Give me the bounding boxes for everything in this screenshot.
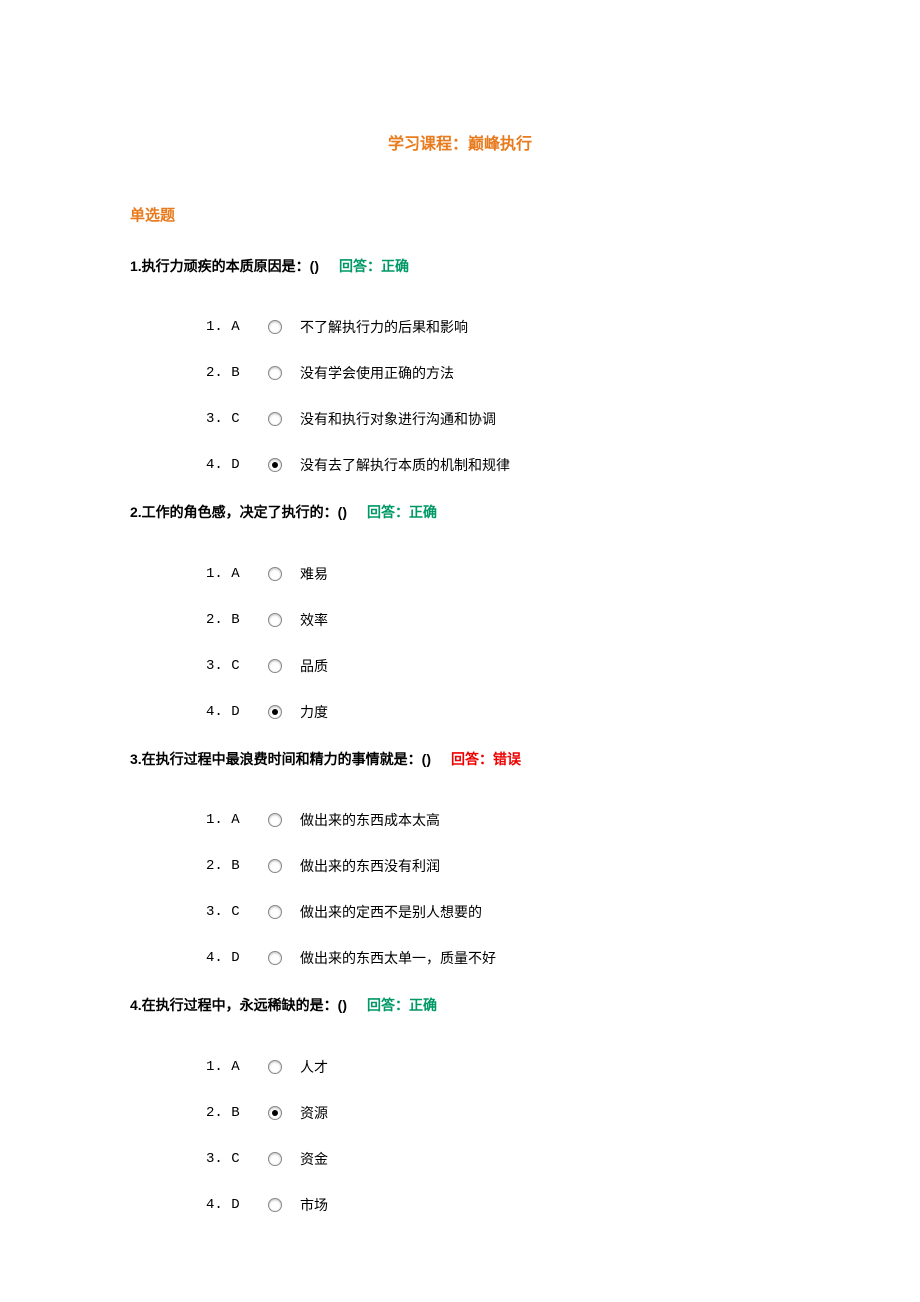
answer-result: 回答：正确 <box>339 258 409 274</box>
option-item: 2. B 资源 <box>206 1103 790 1123</box>
option-index: 3. C <box>206 658 268 674</box>
radio-button[interactable] <box>268 412 282 426</box>
option-list: 1. A 做出来的东西成本太高 2. B 做出来的东西没有利润 3. C 做出来的定西不是… <box>166 810 790 968</box>
option-item: 1. A 人才 <box>206 1057 790 1077</box>
option-list: 1. A 不了解执行力的后果和影响 2. B 没有学会使用正确的方法 3. C 没有和执行… <box>166 317 790 475</box>
question-stem: 4.在执行过程中，永远稀缺的是：() <box>130 997 347 1013</box>
option-item: 4. D 市场 <box>206 1195 790 1215</box>
option-text: 做出来的东西成本太高 <box>300 810 440 830</box>
option-index: 3. C <box>206 411 268 427</box>
question-stem: 3.在执行过程中最浪费时间和精力的事情就是：() <box>130 751 431 767</box>
radio-button[interactable] <box>268 659 282 673</box>
option-item: 2. B 做出来的东西没有利润 <box>206 856 790 876</box>
question-4: 4.在执行过程中，永远稀缺的是：() 回答：正确 <box>130 994 790 1016</box>
option-item: 3. C 没有和执行对象进行沟通和协调 <box>206 409 790 429</box>
question-stem: 1.执行力顽疾的本质原因是：() <box>130 258 319 274</box>
radio-button[interactable] <box>268 905 282 919</box>
option-item: 2. B 没有学会使用正确的方法 <box>206 363 790 383</box>
option-item: 4. D 力度 <box>206 702 790 722</box>
option-item: 4. D 做出来的东西太单一，质量不好 <box>206 948 790 968</box>
option-index: 2. B <box>206 365 268 381</box>
option-item: 2. B 效率 <box>206 610 790 630</box>
option-text: 品质 <box>300 656 328 676</box>
option-text: 人才 <box>300 1057 328 1077</box>
option-text: 做出来的东西太单一，质量不好 <box>300 948 496 968</box>
option-item: 1. A 不了解执行力的后果和影响 <box>206 317 790 337</box>
option-index: 2. B <box>206 858 268 874</box>
radio-button[interactable] <box>268 1198 282 1212</box>
option-index: 2. B <box>206 612 268 628</box>
option-index: 4. D <box>206 704 268 720</box>
option-text: 没有去了解执行本质的机制和规律 <box>300 455 510 475</box>
section-title-single-choice: 单选题 <box>130 204 790 225</box>
question-2: 2.工作的角色感，决定了执行的：() 回答：正确 <box>130 501 790 523</box>
radio-button[interactable] <box>268 1152 282 1166</box>
radio-button[interactable] <box>268 458 282 472</box>
option-index: 4. D <box>206 1197 268 1213</box>
question-stem: 2.工作的角色感，决定了执行的：() <box>130 504 347 520</box>
radio-button[interactable] <box>268 613 282 627</box>
option-item: 3. C 资金 <box>206 1149 790 1169</box>
radio-button[interactable] <box>268 320 282 334</box>
option-index: 1. A <box>206 319 268 335</box>
option-index: 3. C <box>206 1151 268 1167</box>
option-list: 1. A 人才 2. B 资源 3. C 资金 4. D 市场 <box>166 1057 790 1215</box>
option-text: 做出来的定西不是别人想要的 <box>300 902 482 922</box>
option-item: 1. A 做出来的东西成本太高 <box>206 810 790 830</box>
option-text: 难易 <box>300 564 328 584</box>
option-text: 资金 <box>300 1149 328 1169</box>
option-list: 1. A 难易 2. B 效率 3. C 品质 4. D 力度 <box>166 564 790 722</box>
question-3: 3.在执行过程中最浪费时间和精力的事情就是：() 回答：错误 <box>130 748 790 770</box>
answer-result: 回答：错误 <box>451 751 521 767</box>
option-item: 4. D 没有去了解执行本质的机制和规律 <box>206 455 790 475</box>
option-text: 没有学会使用正确的方法 <box>300 363 454 383</box>
option-index: 3. C <box>206 904 268 920</box>
option-text: 效率 <box>300 610 328 630</box>
option-item: 3. C 品质 <box>206 656 790 676</box>
option-index: 4. D <box>206 457 268 473</box>
option-text: 不了解执行力的后果和影响 <box>300 317 468 337</box>
option-index: 1. A <box>206 812 268 828</box>
option-text: 做出来的东西没有利润 <box>300 856 440 876</box>
radio-button[interactable] <box>268 366 282 380</box>
option-index: 2. B <box>206 1105 268 1121</box>
option-text: 市场 <box>300 1195 328 1215</box>
option-index: 1. A <box>206 1059 268 1075</box>
answer-result: 回答：正确 <box>367 504 437 520</box>
option-text: 没有和执行对象进行沟通和协调 <box>300 409 496 429</box>
question-1: 1.执行力顽疾的本质原因是：() 回答：正确 <box>130 255 790 277</box>
option-item: 1. A 难易 <box>206 564 790 584</box>
radio-button[interactable] <box>268 705 282 719</box>
radio-button[interactable] <box>268 859 282 873</box>
course-title: 学习课程：巅峰执行 <box>130 130 790 154</box>
page: 学习课程：巅峰执行 单选题 1.执行力顽疾的本质原因是：() 回答：正确 1. A 不… <box>0 0 920 1301</box>
radio-button[interactable] <box>268 813 282 827</box>
radio-button[interactable] <box>268 567 282 581</box>
radio-button[interactable] <box>268 1106 282 1120</box>
option-item: 3. C 做出来的定西不是别人想要的 <box>206 902 790 922</box>
option-text: 力度 <box>300 702 328 722</box>
question-list: 1.执行力顽疾的本质原因是：() 回答：正确 1. A 不了解执行力的后果和影响 2. … <box>130 255 790 1215</box>
radio-button[interactable] <box>268 1060 282 1074</box>
answer-result: 回答：正确 <box>367 997 437 1013</box>
option-text: 资源 <box>300 1103 328 1123</box>
radio-button[interactable] <box>268 951 282 965</box>
option-index: 1. A <box>206 566 268 582</box>
option-index: 4. D <box>206 950 268 966</box>
